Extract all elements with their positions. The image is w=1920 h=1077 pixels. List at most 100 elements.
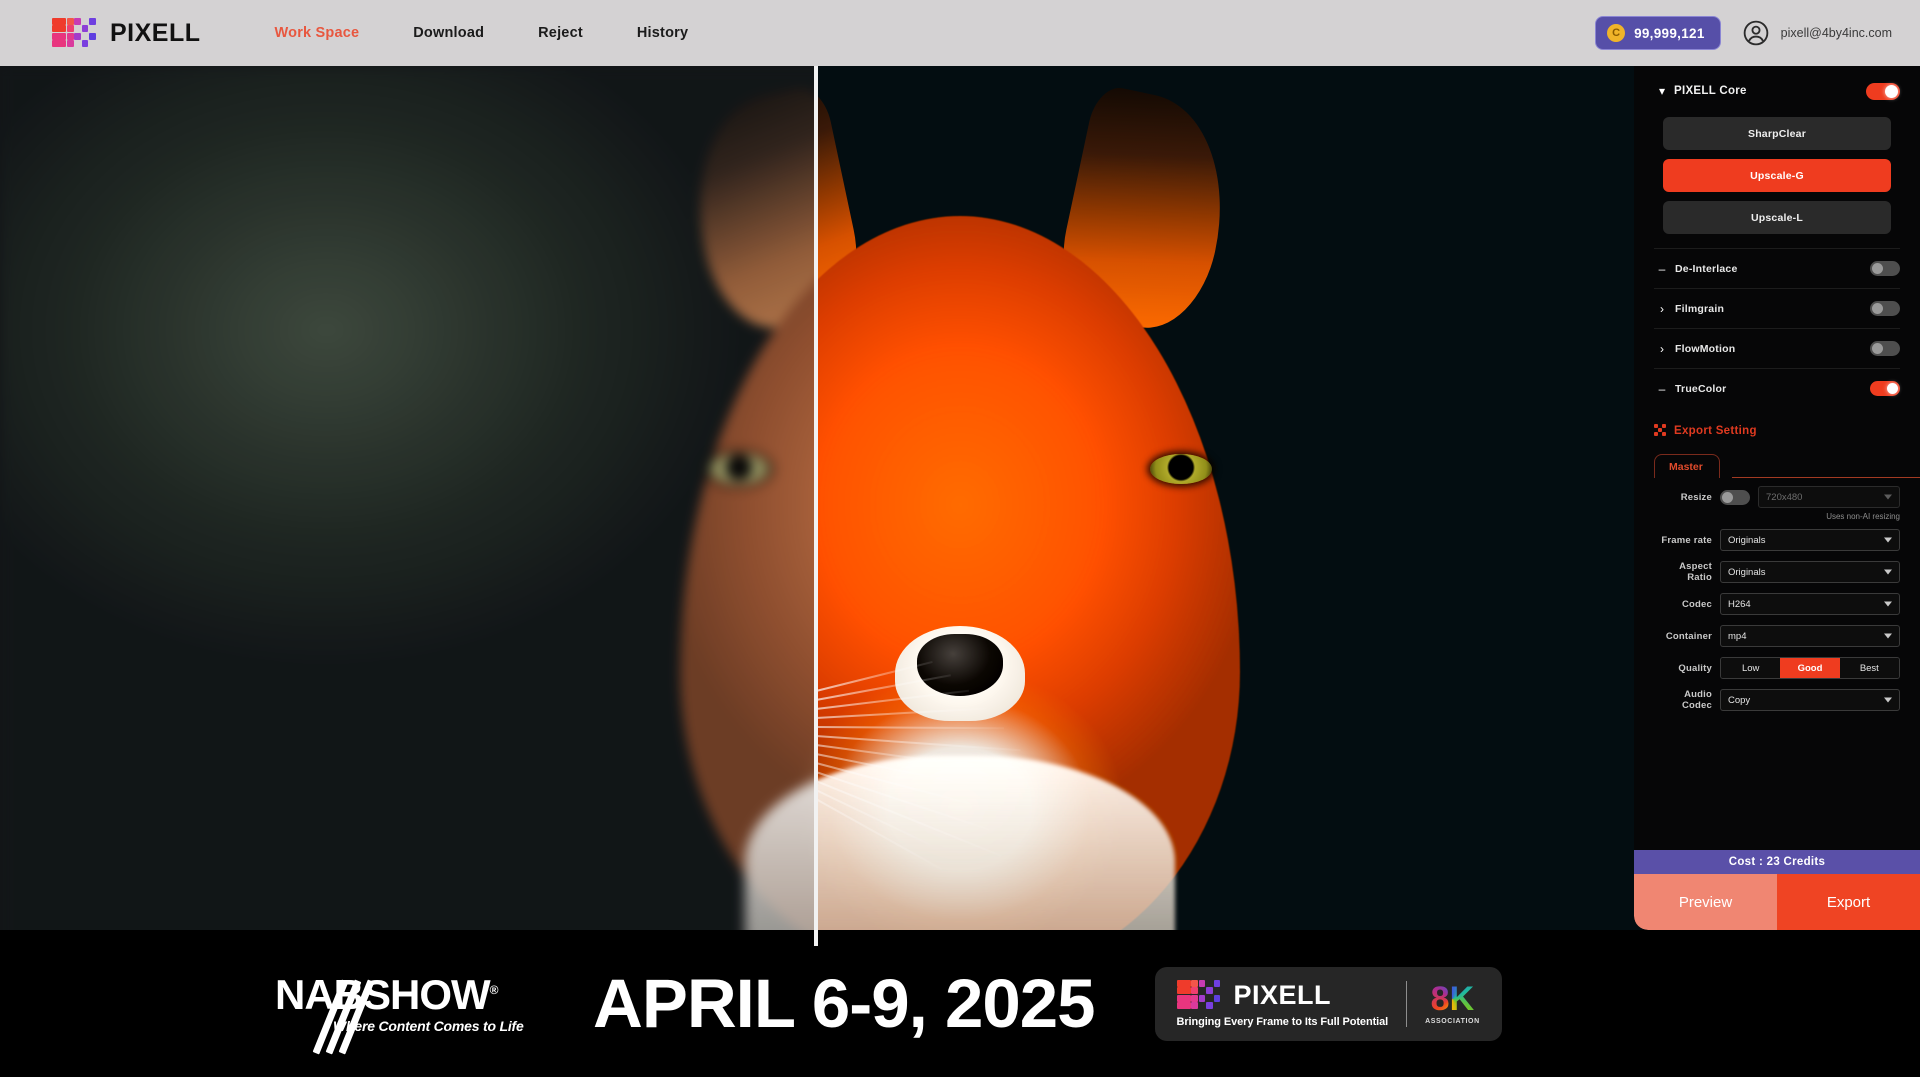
resize-select[interactable]: 720x480 [1758,486,1900,508]
export-button[interactable]: Export [1777,874,1920,930]
image-viewer[interactable] [0,66,1920,946]
pixell-wordmark: PIXELL [1234,980,1332,1011]
export-setting-header: Export Setting [1654,424,1900,437]
codec-select[interactable]: H264 [1720,593,1900,615]
pixell-brand-block: PIXELL Bringing Every Frame to Its Full … [1177,980,1389,1028]
chevron-down-icon [1884,634,1892,639]
quality-option-low[interactable]: Low [1721,658,1780,678]
coin-icon: C [1607,24,1625,42]
pixell-core-title: PIXELL Core [1674,85,1747,97]
nav-item-reject[interactable]: Reject [538,25,583,41]
chevron-right-icon[interactable]: › [1654,342,1670,356]
pixell-tagline: Bringing Every Frame to Its Full Potenti… [1177,1016,1389,1028]
aspect-ratio-select[interactable]: Originals [1720,561,1900,583]
feature-row-truecolor[interactable]: – TrueColor [1654,368,1900,408]
nav-item-history[interactable]: History [637,25,688,41]
nav-item-download[interactable]: Download [413,25,484,41]
chevron-down-icon [1884,570,1892,575]
quality-label: Quality [1654,663,1720,674]
feature-toggle-de-interlace[interactable] [1870,261,1900,276]
frame-rate-label: Frame rate [1654,535,1720,546]
container-row: Container mp4 [1654,623,1900,649]
export-setting-icon [1654,424,1667,437]
header-right: C 99,999,121 pixell@4by4inc.com [1595,0,1892,66]
quality-row: Quality Low Good Best [1654,655,1900,681]
aspect-ratio-value: Originals [1728,567,1766,578]
cost-bar: Cost : 23 Credits [1634,850,1920,874]
tab-underline [1732,477,1920,479]
audio-codec-select[interactable]: Copy [1720,689,1900,711]
panel-actions: Preview Export [1634,874,1920,930]
resize-label: Resize [1654,492,1720,503]
dash-icon: – [1654,262,1670,276]
divider-line [1406,981,1407,1027]
feature-toggle-filmgrain[interactable] [1870,301,1900,316]
fox-image-before [0,66,816,946]
nav-item-work-space[interactable]: Work Space [275,25,360,41]
aspect-ratio-label: Aspect Ratio [1654,561,1720,583]
feature-row-flowmotion[interactable]: › FlowMotion [1654,328,1900,368]
user-email: pixell@4by4inc.com [1781,26,1892,40]
main-nav: Work Space Download Reject History [275,25,689,41]
feature-row-filmgrain[interactable]: › Filmgrain [1654,288,1900,328]
chevron-down-icon [1884,495,1892,500]
credits-amount: 99,999,121 [1634,26,1705,41]
credits-badge[interactable]: C 99,999,121 [1595,16,1721,50]
chevron-down-icon[interactable]: ▾ [1654,84,1670,98]
resize-row: Resize 720x480 [1654,484,1900,510]
container-label: Container [1654,631,1720,642]
container-value: mp4 [1728,631,1746,642]
chevron-down-icon [1884,602,1892,607]
app-root: PIXELL Work Space Download Reject Histor… [0,0,1920,1077]
tab-master[interactable]: Master [1654,454,1720,478]
quality-option-best[interactable]: Best [1840,658,1899,678]
codec-label: Codec [1654,599,1720,610]
chevron-right-icon[interactable]: › [1654,302,1670,316]
mode-button-sharpclear[interactable]: SharpClear [1663,117,1891,150]
8k-association-label: ASSOCIATION [1425,1018,1480,1025]
core-mode-buttons: SharpClear Upscale-G Upscale-L [1654,117,1900,234]
bottom-banner: NABSHOW® Where Content Comes to Life APR… [0,930,1920,1077]
settings-panel: ▾ PIXELL Core SharpClear Upscale-G Upsca… [1634,66,1920,930]
frame-rate-select[interactable]: Originals [1720,529,1900,551]
viewer-before-half [0,66,816,946]
resize-value: 720x480 [1766,492,1802,503]
mode-button-upscale-l[interactable]: Upscale-L [1663,201,1891,234]
top-header: PIXELL Work Space Download Reject Histor… [0,0,1920,66]
settings-panel-body: ▾ PIXELL Core SharpClear Upscale-G Upsca… [1634,66,1920,850]
pixell-core-toggle[interactable] [1866,83,1900,100]
mode-button-upscale-g[interactable]: Upscale-G [1663,159,1891,192]
before-after-divider[interactable] [814,66,818,946]
nabshow-slash-icon [327,982,381,1054]
pixell-logo-icon [1177,980,1223,1010]
feature-row-de-interlace[interactable]: – De-Interlace [1654,248,1900,288]
nabshow-logo: NABSHOW® Where Content Comes to Life [275,974,553,1034]
account-area[interactable]: pixell@4by4inc.com [1743,20,1892,46]
feature-toggle-flowmotion[interactable] [1870,341,1900,356]
codec-value: H264 [1728,599,1751,610]
codec-row: Codec H264 [1654,591,1900,617]
feature-label-truecolor: TrueColor [1675,383,1726,395]
preview-button[interactable]: Preview [1634,874,1777,930]
audio-codec-label: Audio Codec [1654,689,1720,711]
feature-toggle-truecolor[interactable] [1870,381,1900,396]
resize-toggle[interactable] [1720,490,1750,505]
event-dates: APRIL 6-9, 2025 [593,964,1095,1043]
feature-label-de-interlace: De-Interlace [1675,263,1738,275]
quality-segmented-control: Low Good Best [1720,657,1900,679]
whisker-detail [816,666,1116,836]
brand[interactable]: PIXELL [52,18,201,48]
pixell-core-header[interactable]: ▾ PIXELL Core [1654,71,1900,111]
8k-association-logo: 8K ASSOCIATION [1425,982,1480,1025]
container-select[interactable]: mp4 [1720,625,1900,647]
nabshow-wordmark: NABSHOW® [275,974,553,1016]
pixell-logo-icon [52,18,98,48]
pixell-partner-card: PIXELL Bringing Every Frame to Its Full … [1155,967,1502,1041]
resize-hint: Uses non-AI resizing [1654,512,1900,521]
quality-option-good[interactable]: Good [1780,658,1839,678]
user-avatar-icon [1743,20,1769,46]
registered-mark-icon: ® [490,983,498,997]
audio-codec-value: Copy [1728,695,1750,706]
frame-rate-row: Frame rate Originals [1654,527,1900,553]
chevron-down-icon [1884,538,1892,543]
